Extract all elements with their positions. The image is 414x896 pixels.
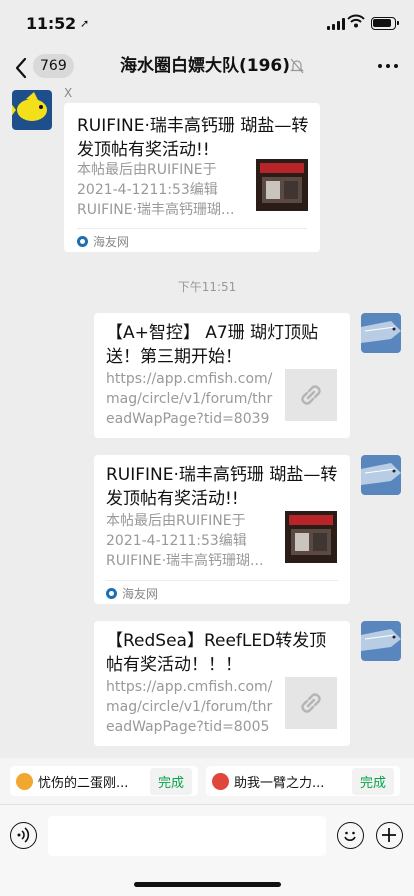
sender-name: X [64,86,73,100]
wifi-icon [347,14,365,28]
link-icon [301,385,321,405]
task-avatar-icon [212,772,229,790]
task-chip[interactable]: 助我一臂之力... 完成 [206,766,400,796]
task-label: 助我一臂之力... [234,775,325,791]
link-card[interactable]: 【A+智控】 A7珊 瑚灯顶贴送！第三期开始！ https://app.cmfi… [94,313,350,438]
card-source: 海友网 [77,233,129,250]
task-chip[interactable]: 忧伤的二蛋刚... 完成 [10,766,198,796]
card-description: https://app.cmfish.com/mag/circle/v1/for… [106,679,273,735]
card-divider [77,228,307,229]
task-avatar-icon [16,772,33,790]
card-divider [106,580,338,581]
link-thumbnail [285,677,337,729]
source-name: 海友网 [122,587,159,601]
cellular-signal-icon [327,18,345,30]
card-source: 海友网 [106,585,158,602]
link-card[interactable]: 【RedSea】ReefLED转发顶帖有奖活动！！！ https://app.c… [94,621,350,746]
card-title: RUIFINE·瑞丰高钙珊 瑚盐—转发顶帖有奖活动!! [77,116,309,160]
more-options-icon[interactable] [378,64,398,68]
card-description: 本帖最后由RUIFINE于 2021-4-1211:53编辑 RUIFINE·瑞… [106,513,264,569]
card-description: https://app.cmfish.com/mag/circle/v1/for… [106,371,273,427]
status-time: 11:52 [26,14,76,33]
haiyou-logo-icon [106,588,117,599]
chat-timestamp: 下午11:51 [177,280,237,294]
card-title: RUIFINE·瑞丰高钙珊 瑚盐—转发顶帖有奖活动!! [106,465,338,509]
task-label: 忧伤的二蛋刚... [38,775,129,791]
card-title: 【A+智控】 A7珊 瑚灯顶贴送！第三期开始！ [106,323,319,367]
link-icon [301,693,321,713]
article-card[interactable]: RUIFINE·瑞丰高钙珊 瑚盐—转发顶帖有奖活动!! 本帖最后由RUIFINE… [94,455,350,604]
article-thumbnail-image [285,511,337,563]
mute-bell-icon [290,58,304,74]
card-title: 【RedSea】ReefLED转发顶帖有奖活动！！！ [106,631,327,675]
my-avatar[interactable] [361,455,401,495]
my-avatar[interactable] [361,313,401,353]
source-name: 海友网 [93,235,130,249]
sender-avatar[interactable] [12,90,52,130]
article-card[interactable]: RUIFINE·瑞丰高钙珊 瑚盐—转发顶帖有奖活动!! 本帖最后由RUIFINE… [64,103,320,252]
link-thumbnail [285,369,337,421]
task-done-button[interactable]: 完成 [149,767,192,795]
card-description: 本帖最后由RUIFINE于 2021-4-1211:53编辑 RUIFINE·瑞… [77,162,235,218]
task-done-button[interactable]: 完成 [351,767,394,795]
haiyou-logo-icon [77,236,88,247]
message-input[interactable] [48,816,326,856]
status-bar: 11:52 ➚ [0,0,414,46]
chat-header: 769 海水圈白嫖大队(196) [0,46,414,90]
task-bar: 忧伤的二蛋刚... 完成 助我一臂之力... 完成 [0,758,414,804]
battery-icon [371,17,399,30]
voice-input-icon[interactable] [10,822,37,849]
add-attachment-icon[interactable] [376,822,403,849]
location-arrow-icon: ➚ [80,17,90,30]
home-indicator [134,882,281,887]
back-chevron-icon[interactable] [14,57,28,79]
my-avatar[interactable] [361,621,401,661]
emoji-icon[interactable] [337,822,364,849]
chat-title: 海水圈白嫖大队(196) [120,56,291,76]
article-thumbnail-image [256,159,308,211]
unread-count-badge[interactable]: 769 [33,54,74,78]
